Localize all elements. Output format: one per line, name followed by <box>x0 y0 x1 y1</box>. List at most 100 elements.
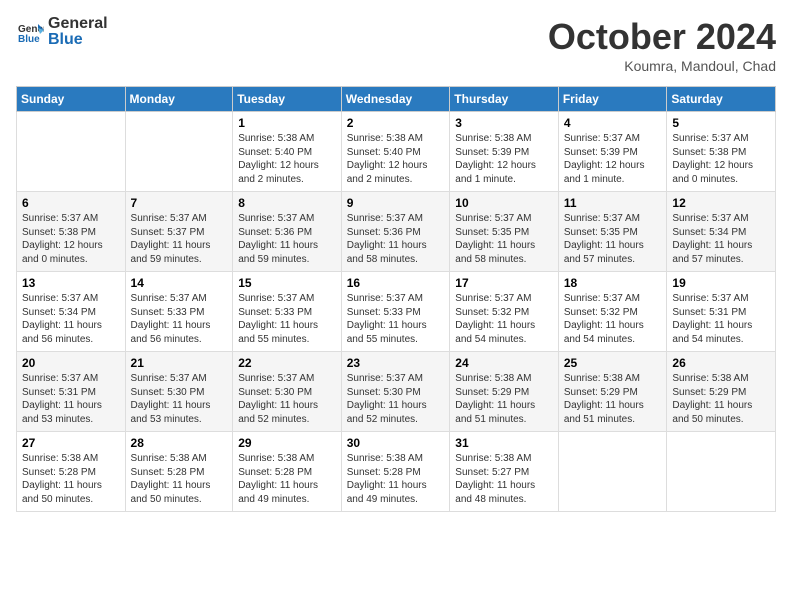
day-number: 16 <box>347 276 445 290</box>
day-number: 19 <box>672 276 770 290</box>
day-number: 29 <box>238 436 336 450</box>
day-cell: 6 Sunrise: 5:37 AM Sunset: 5:38 PM Daylig… <box>17 192 126 272</box>
day-cell: 25Sunrise: 5:38 AM Sunset: 5:29 PM Dayli… <box>558 352 667 432</box>
day-cell <box>125 112 233 192</box>
day-number: 12 <box>672 196 770 210</box>
day-cell: 16 Sunrise: 5:37 AM Sunset: 5:33 PM Dayli… <box>341 272 450 352</box>
day-cell: 2 Sunrise: 5:38 AM Sunset: 5:40 PM Daylig… <box>341 112 450 192</box>
header-row: SundayMondayTuesdayWednesdayThursdayFrid… <box>17 87 776 112</box>
location: Koumra, Mandoul, Chad <box>548 58 776 74</box>
header-day-wednesday: Wednesday <box>341 87 450 112</box>
week-row-3: 13 Sunrise: 5:37 AM Sunset: 5:34 PM Dayli… <box>17 272 776 352</box>
page-header: General Blue General Blue October 2024 K… <box>16 16 776 74</box>
day-cell: 7 Sunrise: 5:37 AM Sunset: 5:37 PM Daylig… <box>125 192 233 272</box>
day-number: 6 <box>22 196 120 210</box>
day-info: Sunrise: 5:37 AM Sunset: 5:34 PM Dayligh… <box>672 212 770 266</box>
day-info: Sunrise: 5:38 AM Sunset: 5:28 PM Dayligh… <box>238 452 336 506</box>
day-number: 7 <box>131 196 228 210</box>
calendar-table: SundayMondayTuesdayWednesdayThursdayFrid… <box>16 86 776 512</box>
day-info: Sunrise: 5:37 AM Sunset: 5:34 PM Dayligh… <box>22 292 120 346</box>
day-number: 20 <box>22 356 120 370</box>
day-cell <box>17 112 126 192</box>
day-number: 30 <box>347 436 445 450</box>
day-info: Sunrise: 5:37 AM Sunset: 5:36 PM Dayligh… <box>347 212 445 266</box>
week-row-2: 6 Sunrise: 5:37 AM Sunset: 5:38 PM Daylig… <box>17 192 776 272</box>
day-number: 5 <box>672 116 770 130</box>
day-cell: 20 Sunrise: 5:37 AM Sunset: 5:31 PM Dayli… <box>17 352 126 432</box>
day-cell: 27 Sunrise: 5:38 AM Sunset: 5:28 PM Dayli… <box>17 432 126 512</box>
day-number: 11 <box>564 196 662 210</box>
day-cell: 4Sunrise: 5:37 AM Sunset: 5:39 PM Daylig… <box>558 112 667 192</box>
week-row-5: 27 Sunrise: 5:38 AM Sunset: 5:28 PM Dayli… <box>17 432 776 512</box>
day-info: Sunrise: 5:38 AM Sunset: 5:29 PM Dayligh… <box>564 372 662 426</box>
day-cell: 26Sunrise: 5:38 AM Sunset: 5:29 PM Dayli… <box>667 352 776 432</box>
day-cell: 17 Sunrise: 5:37 AM Sunset: 5:32 PM Dayli… <box>450 272 559 352</box>
day-cell <box>667 432 776 512</box>
header-day-tuesday: Tuesday <box>233 87 342 112</box>
day-cell: 1 Sunrise: 5:38 AM Sunset: 5:40 PM Daylig… <box>233 112 342 192</box>
header-day-monday: Monday <box>125 87 233 112</box>
day-info: Sunrise: 5:37 AM Sunset: 5:37 PM Dayligh… <box>131 212 228 266</box>
day-number: 3 <box>455 116 553 130</box>
day-number: 26 <box>672 356 770 370</box>
day-info: Sunrise: 5:37 AM Sunset: 5:36 PM Dayligh… <box>238 212 336 266</box>
day-info: Sunrise: 5:38 AM Sunset: 5:28 PM Dayligh… <box>22 452 120 506</box>
day-cell: 23Sunrise: 5:37 AM Sunset: 5:30 PM Dayli… <box>341 352 450 432</box>
day-info: Sunrise: 5:37 AM Sunset: 5:33 PM Dayligh… <box>238 292 336 346</box>
day-info: Sunrise: 5:38 AM Sunset: 5:28 PM Dayligh… <box>131 452 228 506</box>
day-info: Sunrise: 5:38 AM Sunset: 5:40 PM Dayligh… <box>238 132 336 186</box>
logo-text-blue: Blue <box>48 32 108 48</box>
day-cell: 10 Sunrise: 5:37 AM Sunset: 5:35 PM Dayli… <box>450 192 559 272</box>
day-number: 21 <box>131 356 228 370</box>
day-info: Sunrise: 5:37 AM Sunset: 5:38 PM Dayligh… <box>22 212 120 266</box>
day-info: Sunrise: 5:37 AM Sunset: 5:35 PM Dayligh… <box>564 212 662 266</box>
header-day-saturday: Saturday <box>667 87 776 112</box>
day-number: 27 <box>22 436 120 450</box>
day-cell: 31 Sunrise: 5:38 AM Sunset: 5:27 PM Dayli… <box>450 432 559 512</box>
day-number: 14 <box>131 276 228 290</box>
day-info: Sunrise: 5:38 AM Sunset: 5:40 PM Dayligh… <box>347 132 445 186</box>
day-cell: 29 Sunrise: 5:38 AM Sunset: 5:28 PM Dayli… <box>233 432 342 512</box>
day-info: Sunrise: 5:37 AM Sunset: 5:33 PM Dayligh… <box>131 292 228 346</box>
day-number: 2 <box>347 116 445 130</box>
logo-icon: General Blue <box>16 18 44 46</box>
day-number: 10 <box>455 196 553 210</box>
day-info: Sunrise: 5:37 AM Sunset: 5:33 PM Dayligh… <box>347 292 445 346</box>
day-info: Sunrise: 5:37 AM Sunset: 5:38 PM Dayligh… <box>672 132 770 186</box>
day-cell: 22Sunrise: 5:37 AM Sunset: 5:30 PM Dayli… <box>233 352 342 432</box>
day-number: 22 <box>238 356 336 370</box>
day-cell: 5 Sunrise: 5:37 AM Sunset: 5:38 PM Daylig… <box>667 112 776 192</box>
day-info: Sunrise: 5:38 AM Sunset: 5:27 PM Dayligh… <box>455 452 553 506</box>
day-info: Sunrise: 5:37 AM Sunset: 5:32 PM Dayligh… <box>455 292 553 346</box>
day-number: 8 <box>238 196 336 210</box>
day-number: 1 <box>238 116 336 130</box>
day-cell: 13 Sunrise: 5:37 AM Sunset: 5:34 PM Dayli… <box>17 272 126 352</box>
month-title: October 2024 <box>548 16 776 58</box>
day-cell: 24Sunrise: 5:38 AM Sunset: 5:29 PM Dayli… <box>450 352 559 432</box>
day-number: 13 <box>22 276 120 290</box>
day-cell: 15Sunrise: 5:37 AM Sunset: 5:33 PM Dayli… <box>233 272 342 352</box>
day-cell: 11 Sunrise: 5:37 AM Sunset: 5:35 PM Dayli… <box>558 192 667 272</box>
header-day-friday: Friday <box>558 87 667 112</box>
day-info: Sunrise: 5:38 AM Sunset: 5:28 PM Dayligh… <box>347 452 445 506</box>
day-cell: 19Sunrise: 5:37 AM Sunset: 5:31 PM Dayli… <box>667 272 776 352</box>
day-cell: 21 Sunrise: 5:37 AM Sunset: 5:30 PM Dayli… <box>125 352 233 432</box>
day-cell: 30 Sunrise: 5:38 AM Sunset: 5:28 PM Dayli… <box>341 432 450 512</box>
day-cell: 3Sunrise: 5:38 AM Sunset: 5:39 PM Daylig… <box>450 112 559 192</box>
day-cell <box>558 432 667 512</box>
week-row-4: 20 Sunrise: 5:37 AM Sunset: 5:31 PM Dayli… <box>17 352 776 432</box>
day-info: Sunrise: 5:37 AM Sunset: 5:30 PM Dayligh… <box>131 372 228 426</box>
day-info: Sunrise: 5:37 AM Sunset: 5:32 PM Dayligh… <box>564 292 662 346</box>
week-row-1: 1 Sunrise: 5:38 AM Sunset: 5:40 PM Daylig… <box>17 112 776 192</box>
day-number: 31 <box>455 436 553 450</box>
day-info: Sunrise: 5:37 AM Sunset: 5:39 PM Dayligh… <box>564 132 662 186</box>
day-cell: 14 Sunrise: 5:37 AM Sunset: 5:33 PM Dayli… <box>125 272 233 352</box>
day-cell: 18Sunrise: 5:37 AM Sunset: 5:32 PM Dayli… <box>558 272 667 352</box>
day-cell: 8 Sunrise: 5:37 AM Sunset: 5:36 PM Daylig… <box>233 192 342 272</box>
day-number: 9 <box>347 196 445 210</box>
header-day-sunday: Sunday <box>17 87 126 112</box>
day-info: Sunrise: 5:37 AM Sunset: 5:31 PM Dayligh… <box>22 372 120 426</box>
day-cell: 9 Sunrise: 5:37 AM Sunset: 5:36 PM Daylig… <box>341 192 450 272</box>
day-info: Sunrise: 5:37 AM Sunset: 5:35 PM Dayligh… <box>455 212 553 266</box>
day-number: 17 <box>455 276 553 290</box>
